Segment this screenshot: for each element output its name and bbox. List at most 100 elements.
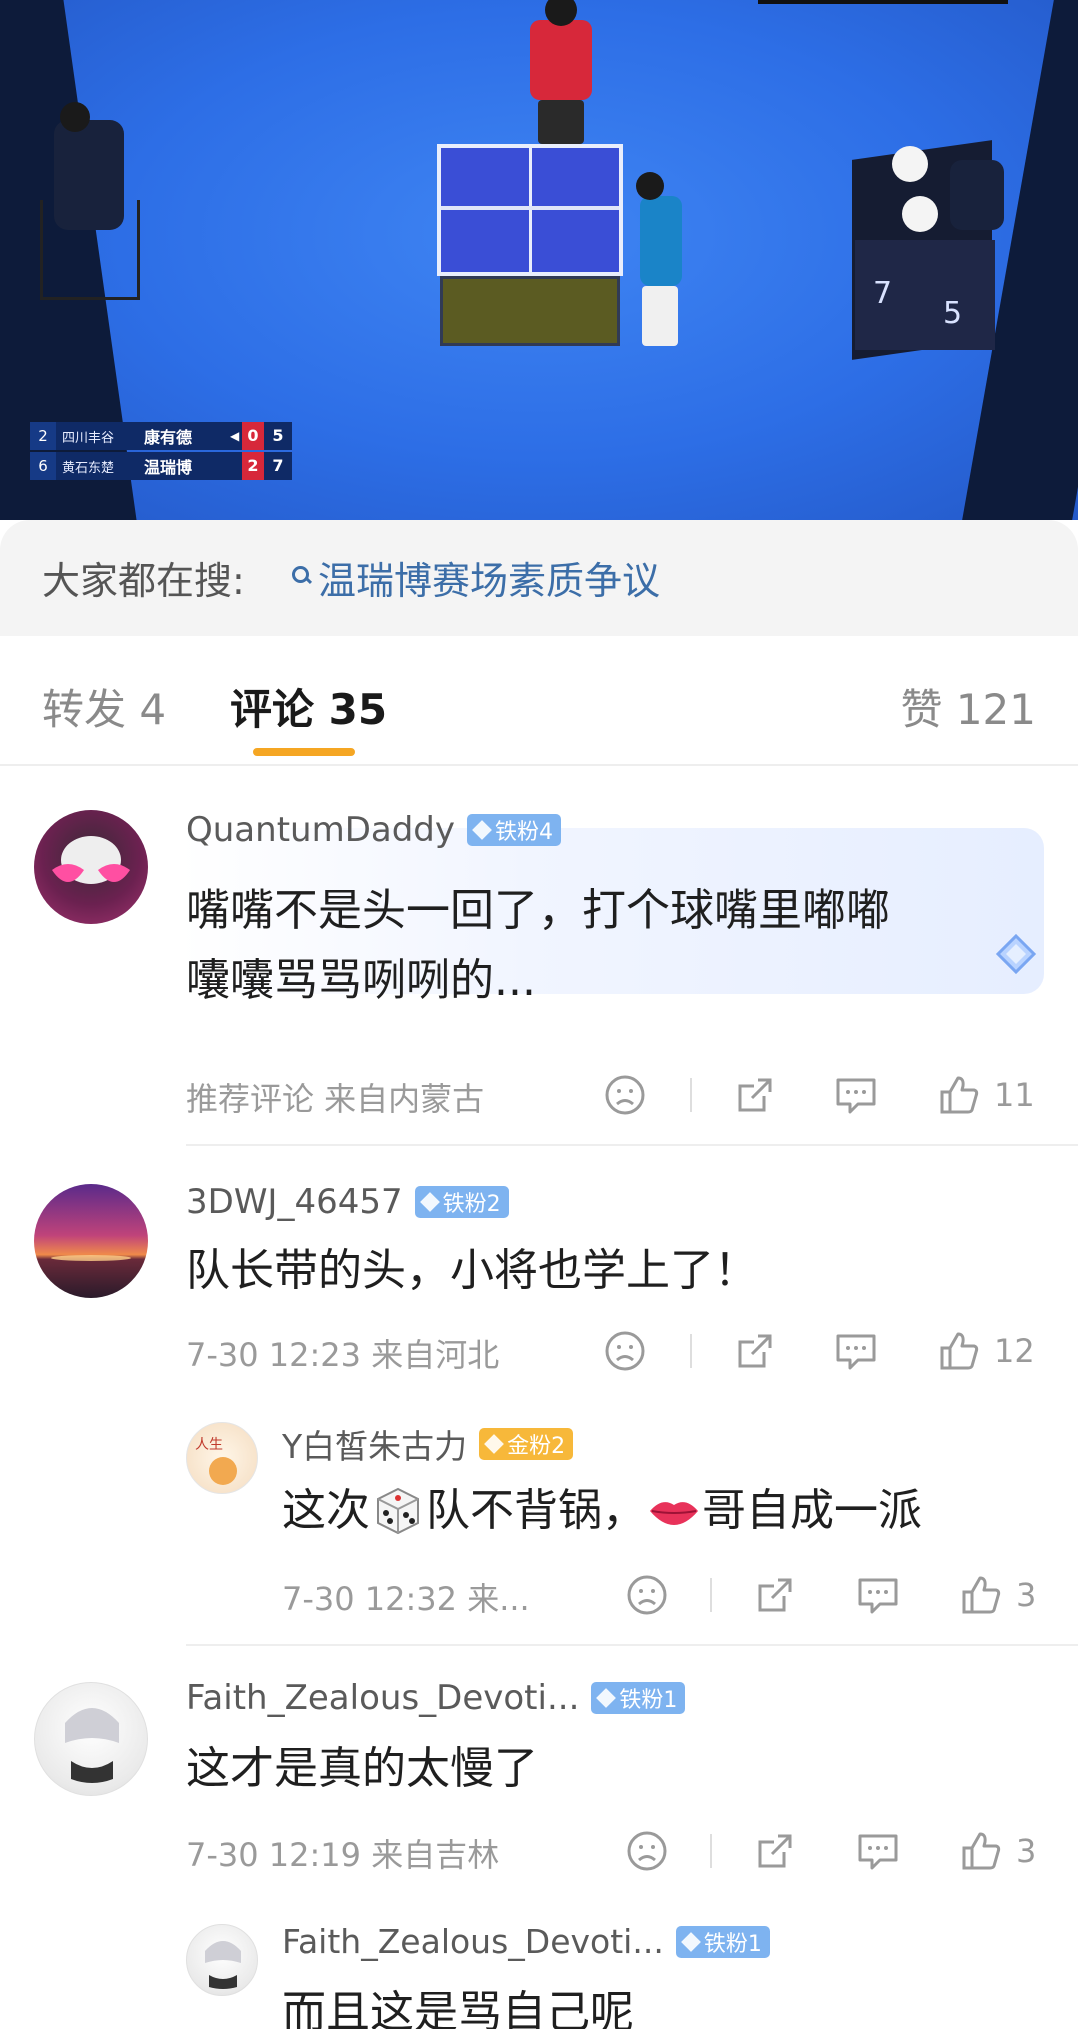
comment-username[interactable]: Faith_Zealous_Devoti... 铁粉1: [186, 1678, 686, 1718]
comment-text[interactable]: 队长带的头，小将也学上了！: [186, 1236, 758, 1306]
player-near-head: [636, 172, 664, 200]
video-frame[interactable]: 7 5 2 四川丰谷 康有德 ◀ 0 5 6 黄石东楚 温瑞博 2 7: [0, 0, 1078, 520]
fan-badge: 铁粉1: [591, 1682, 686, 1714]
score-row: 6 黄石东楚 温瑞博 2 7: [30, 452, 292, 480]
trending-search-link[interactable]: 温瑞博赛场素质争议: [290, 550, 660, 605]
badge-diamond-icon: [484, 1434, 505, 1454]
reply-button[interactable]: [834, 1326, 878, 1376]
score-row: 2 四川丰谷 康有德 ◀ 0 5: [30, 422, 292, 450]
lips-icon: [650, 1502, 698, 1525]
fan-badge: 铁粉4: [467, 814, 561, 846]
like-button[interactable]: 3: [960, 1826, 1036, 1876]
serve-indicator-icon: ◀: [230, 429, 240, 443]
search-icon: [290, 564, 312, 586]
comment-meta: 推荐评论 来自内蒙古: [186, 1080, 485, 1118]
badge-diamond-icon: [680, 1931, 701, 1952]
avatar[interactable]: [186, 1924, 258, 1996]
comment-actions: 11: [600, 1070, 1040, 1120]
avatar[interactable]: [34, 1184, 148, 1298]
games-score: 2: [242, 452, 264, 480]
comment-bubble-icon: [836, 1078, 876, 1114]
share-button[interactable]: [754, 1826, 796, 1876]
comment-username[interactable]: 3DWJ_46457 铁粉2: [186, 1182, 509, 1222]
comment-bubble-icon: [858, 1834, 898, 1870]
avatar-image: [51, 1255, 131, 1261]
diamond-icon: [995, 933, 1037, 975]
balloon: [902, 196, 938, 232]
comment-item: QuantumDaddy 铁粉4 嘴嘴不是头一回了，打个球嘴里嘟嘟 囔囔骂骂咧咧…: [0, 780, 1078, 1146]
badge-label: 铁粉2: [442, 1192, 501, 1217]
trending-search-bar: 大家都在搜: 温瑞博赛场素质争议: [0, 520, 1078, 636]
dislike-button[interactable]: [604, 1070, 646, 1120]
frown-icon: [605, 1331, 645, 1371]
reply-button[interactable]: [856, 1826, 900, 1876]
username-text: Faith_Zealous_Devoti...: [186, 1678, 580, 1718]
like-count: 3: [1016, 1576, 1037, 1614]
fan-badge: 铁粉2: [414, 1186, 509, 1218]
thumbs-up-icon: [962, 1576, 1001, 1614]
points-score: 7: [272, 456, 284, 475]
comment-meta: 7-30 12:19 来自吉林: [186, 1836, 500, 1874]
comment-actions: 3: [622, 1826, 1042, 1876]
badge-label: 金粉2: [507, 1434, 566, 1459]
badge-label: 铁粉1: [703, 1931, 762, 1957]
umpire: [54, 120, 124, 230]
share-icon: [738, 1078, 772, 1112]
frown-icon: [605, 1075, 645, 1115]
action-divider: [710, 1578, 712, 1612]
comment-text[interactable]: 这次 队不背锅， 哥自成一派: [282, 1476, 922, 1546]
avatar[interactable]: 人生: [186, 1422, 258, 1494]
team-name: 四川丰谷: [62, 430, 115, 446]
avatar[interactable]: [34, 810, 148, 924]
action-divider: [690, 1078, 692, 1112]
comment-actions: 12: [600, 1326, 1040, 1376]
like-button[interactable]: 12: [938, 1326, 1035, 1376]
username-text: Faith_Zealous_Devoti...: [282, 1922, 664, 1961]
like-button[interactable]: 3: [960, 1570, 1036, 1620]
comment-text-line: 囔囔骂骂咧咧的...: [186, 955, 536, 1006]
badge-label: 铁粉4: [495, 820, 553, 845]
interaction-tabs: 转发 4 评论 35 赞 121: [0, 636, 1078, 766]
share-button[interactable]: [734, 1070, 776, 1120]
tab-like[interactable]: 赞 121: [900, 676, 1036, 737]
share-icon: [758, 1578, 792, 1612]
team-name: 黄石东楚: [62, 460, 115, 476]
comment-item: Faith_Zealous_Devoti... 铁粉1 这才是真的太慢了 7-3…: [0, 1646, 1078, 1906]
comment-username[interactable]: Y白皙朱古力 金粉2: [282, 1420, 574, 1468]
comment-text-line: 嘴嘴不是头一回了，打个球嘴里嘟嘟: [186, 885, 890, 936]
avatar-image: [65, 1708, 119, 1783]
comment-meta: 7-30 12:23 来自河北: [186, 1336, 500, 1374]
dislike-button[interactable]: [626, 1570, 668, 1620]
comment-username[interactable]: Faith_Zealous_Devoti... 铁粉1: [282, 1922, 770, 1961]
thumbs-up-icon: [940, 1076, 979, 1114]
comment-username[interactable]: QuantumDaddy 铁粉4: [186, 810, 561, 850]
reply-button[interactable]: [834, 1070, 878, 1120]
comment-text-part: 这次: [282, 1485, 370, 1536]
reply-button[interactable]: [856, 1570, 900, 1620]
dislike-button[interactable]: [626, 1826, 668, 1876]
umpire-head: [60, 102, 90, 132]
games-score: 0: [242, 422, 264, 450]
avatar-image: [205, 1941, 241, 1989]
player-near: [640, 196, 682, 286]
thumbs-up-icon: [962, 1832, 1001, 1870]
comment-item: 3DWJ_46457 铁粉2 队长带的头，小将也学上了！ 7-30 12:23 …: [0, 1146, 1078, 1404]
comment-text[interactable]: 而且这是骂自己呢: [282, 1978, 634, 2029]
share-button[interactable]: [734, 1326, 776, 1376]
player-far-legs: [538, 100, 584, 144]
tab-repost[interactable]: 转发 4: [42, 676, 166, 737]
avatar[interactable]: [34, 1682, 148, 1796]
like-button[interactable]: 11: [938, 1070, 1035, 1120]
badge-label: 铁粉1: [619, 1688, 678, 1713]
player-far: [530, 20, 592, 100]
dislike-button[interactable]: [604, 1326, 646, 1376]
active-tab-indicator: [253, 748, 355, 756]
share-button[interactable]: [754, 1570, 796, 1620]
comment-text[interactable]: 嘴嘴不是头一回了，打个球嘴里嘟嘟 囔囔骂骂咧咧的...: [186, 876, 890, 1016]
table-base: [440, 276, 620, 346]
dice-icon: [377, 1487, 419, 1535]
comment-bubble-icon: [858, 1578, 898, 1614]
comment-text-part: 哥自成一派: [702, 1485, 922, 1536]
scorer: [950, 160, 1004, 230]
comment-text[interactable]: 这才是真的太慢了: [186, 1734, 538, 1804]
